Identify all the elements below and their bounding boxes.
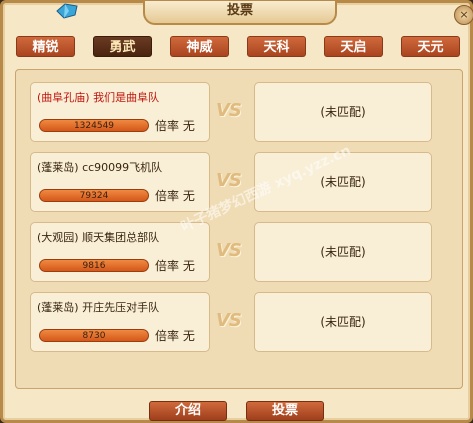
rate-text: 倍率 无 — [155, 257, 195, 274]
team-card[interactable]: (曲阜孔庙) 我们是曲阜队 1324549 倍率 无 — [30, 82, 210, 142]
tab-bar: 精锐 勇武 神威 天科 天启 天元 — [16, 36, 466, 58]
opponent-card: (未匹配) — [254, 292, 432, 352]
intro-button[interactable]: 介绍 — [149, 401, 227, 421]
vs-label: VS — [216, 100, 242, 121]
vote-button[interactable]: 投票 — [246, 401, 324, 421]
gem-icon — [56, 3, 78, 19]
match-row: (蓬莱岛) 开庄先压对手队 8730 倍率 无 VS (未匹配) — [18, 292, 450, 352]
vote-count-bar: 79324 — [39, 189, 149, 202]
rate-value: 无 — [182, 259, 195, 273]
opponent-card: (未匹配) — [254, 222, 432, 282]
vote-count-bar: 9816 — [39, 259, 149, 272]
team-name: (蓬莱岛) 开庄先压对手队 — [37, 301, 160, 314]
rate-label: 倍率 — [155, 329, 180, 343]
rate-text: 倍率 无 — [155, 327, 195, 344]
rate-label: 倍率 — [155, 119, 180, 133]
vs-label: VS — [216, 310, 242, 331]
rate-label: 倍率 — [155, 189, 180, 203]
vote-count-bar: 1324549 — [39, 119, 149, 132]
opponent-card: (未匹配) — [254, 82, 432, 142]
vs-label: VS — [216, 170, 242, 191]
team-name: (曲阜孔庙) 我们是曲阜队 — [37, 91, 160, 104]
vs-label: VS — [216, 240, 242, 261]
team-name: (大观园) 顺天集团总部队 — [37, 231, 160, 244]
rate-text: 倍率 无 — [155, 187, 195, 204]
rate-value: 无 — [182, 189, 195, 203]
close-button[interactable]: × — [454, 5, 473, 25]
team-card[interactable]: (蓬莱岛) cc90099飞机队 79324 倍率 无 — [30, 152, 210, 212]
tab-tianyuan[interactable]: 天元 — [401, 36, 460, 57]
vote-window: 投票 × 精锐 勇武 神威 天科 天启 天元 (曲阜孔庙) 我们是曲阜队 132… — [0, 0, 473, 423]
tab-tianqi[interactable]: 天启 — [324, 36, 383, 57]
tab-jingrui[interactable]: 精锐 — [16, 36, 75, 57]
team-card[interactable]: (蓬莱岛) 开庄先压对手队 8730 倍率 无 — [30, 292, 210, 352]
window-title: 投票 — [143, 1, 337, 25]
rate-label: 倍率 — [155, 259, 180, 273]
match-row: (大观园) 顺天集团总部队 9816 倍率 无 VS (未匹配) — [18, 222, 450, 282]
tab-yongwu[interactable]: 勇武 — [93, 36, 152, 57]
match-panel: (曲阜孔庙) 我们是曲阜队 1324549 倍率 无 VS (未匹配) (蓬莱岛… — [15, 69, 463, 389]
match-row: (曲阜孔庙) 我们是曲阜队 1324549 倍率 无 VS (未匹配) — [18, 82, 450, 142]
rate-text: 倍率 无 — [155, 117, 195, 134]
vote-count-bar: 8730 — [39, 329, 149, 342]
tab-tianke[interactable]: 天科 — [247, 36, 306, 57]
rate-value: 无 — [182, 329, 195, 343]
team-name: (蓬莱岛) cc90099飞机队 — [37, 161, 163, 174]
tab-shenwei[interactable]: 神威 — [170, 36, 229, 57]
rate-value: 无 — [182, 119, 195, 133]
